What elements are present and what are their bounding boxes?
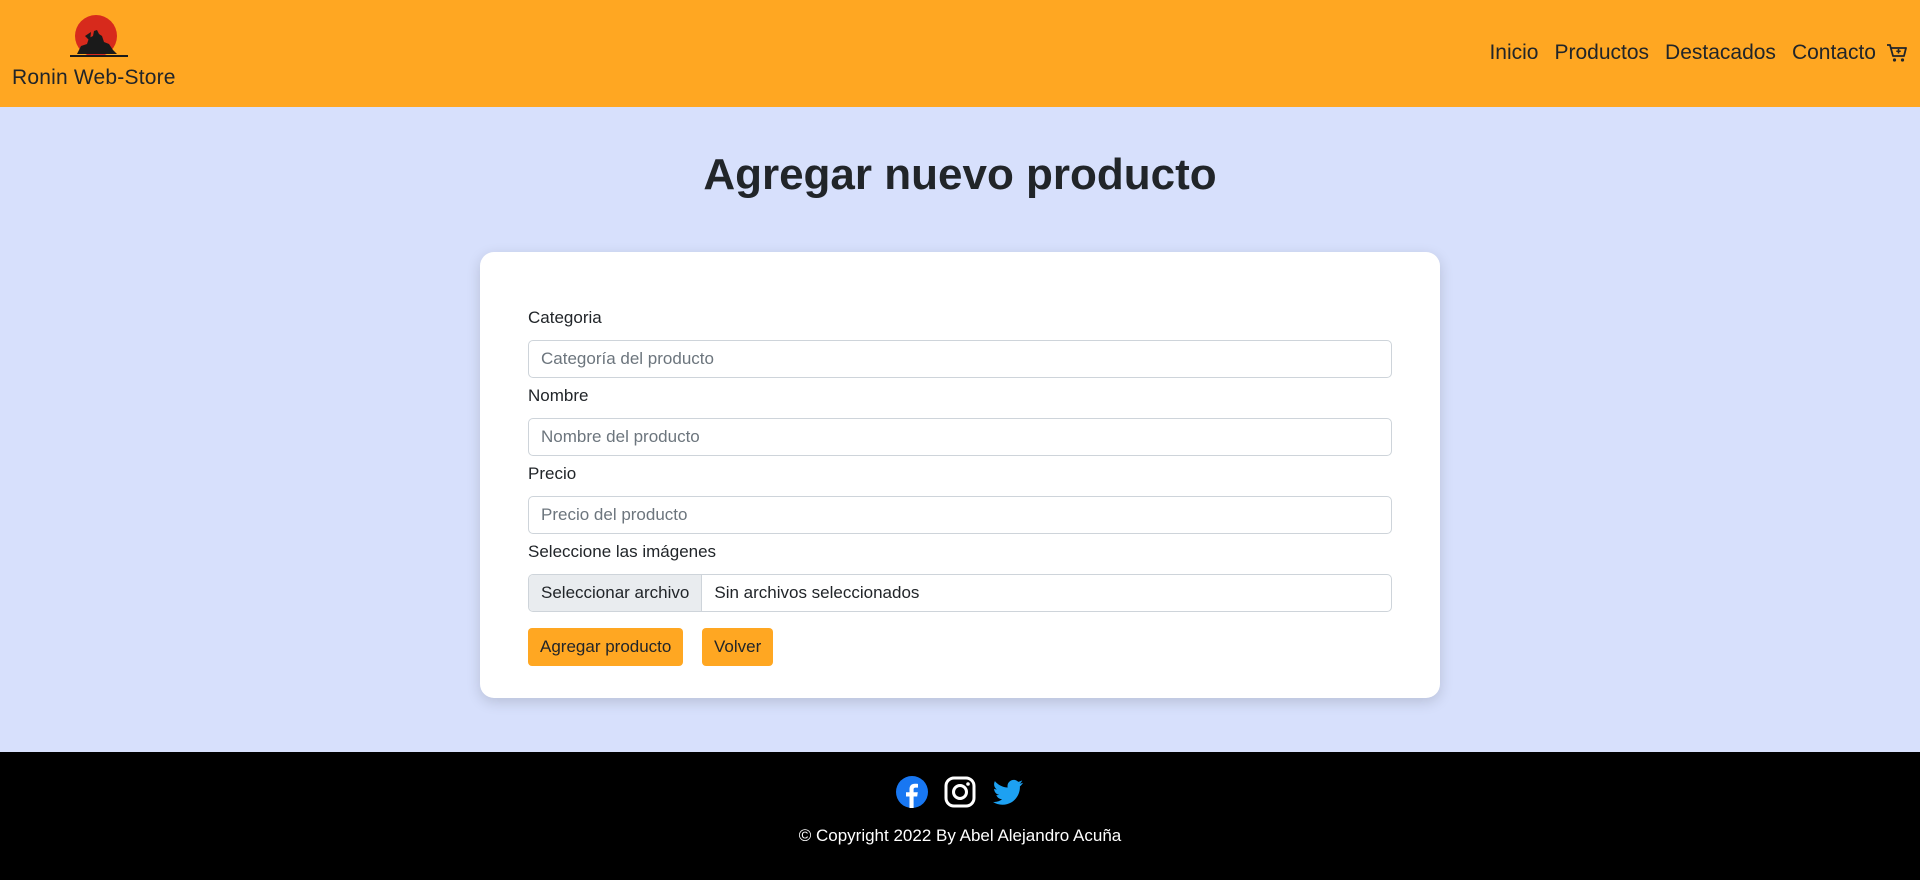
- nav-link-productos[interactable]: Productos: [1554, 41, 1649, 65]
- images-label: Seleccione las imágenes: [528, 542, 717, 561]
- category-input[interactable]: [528, 340, 1392, 378]
- category-label: Categoria: [528, 308, 602, 327]
- site-header: Ronin Web-Store Inicio Productos Destaca…: [0, 0, 1920, 107]
- choose-file-button[interactable]: Seleccionar archivo: [529, 575, 703, 611]
- nav-link-contacto[interactable]: Contacto: [1792, 41, 1876, 65]
- social-links: [0, 776, 1920, 808]
- nav-link-destacados[interactable]: Destacados: [1665, 41, 1776, 65]
- nav-link-inicio[interactable]: Inicio: [1489, 41, 1538, 65]
- twitter-icon: [992, 779, 1023, 805]
- facebook-link[interactable]: [896, 776, 928, 808]
- images-file-input[interactable]: Seleccionar archivo Sin archivos selecci…: [528, 574, 1392, 612]
- instagram-link[interactable]: [944, 776, 976, 808]
- copyright-text: © Copyright 2022 By Abel Alejandro Acuña: [798, 826, 1122, 845]
- back-button[interactable]: Volver: [702, 628, 774, 666]
- site-footer: © Copyright 2022 By Abel Alejandro Acuña: [0, 752, 1920, 880]
- price-input[interactable]: [528, 496, 1392, 534]
- add-product-form: Categoria Nombre Precio Seleccione las i…: [480, 252, 1440, 698]
- brand-name: Ronin Web-Store: [12, 66, 176, 89]
- file-status-text: Sin archivos seleccionados: [714, 583, 920, 602]
- cart-icon: [1887, 44, 1907, 62]
- instagram-icon: [944, 776, 976, 808]
- main-nav: Inicio Productos Destacados Contacto: [1473, 38, 1908, 68]
- ronin-logo-icon: [70, 15, 128, 57]
- cart-button[interactable]: [1886, 42, 1908, 64]
- name-label: Nombre: [528, 386, 589, 405]
- twitter-link[interactable]: [992, 776, 1024, 808]
- brand-logo-link[interactable]: Ronin Web-Store: [12, 14, 184, 96]
- facebook-icon: [896, 776, 928, 808]
- price-label: Precio: [528, 464, 577, 483]
- name-input[interactable]: [528, 418, 1392, 456]
- add-product-button[interactable]: Agregar producto: [528, 628, 684, 666]
- page-title: Agregar nuevo producto: [703, 150, 1217, 199]
